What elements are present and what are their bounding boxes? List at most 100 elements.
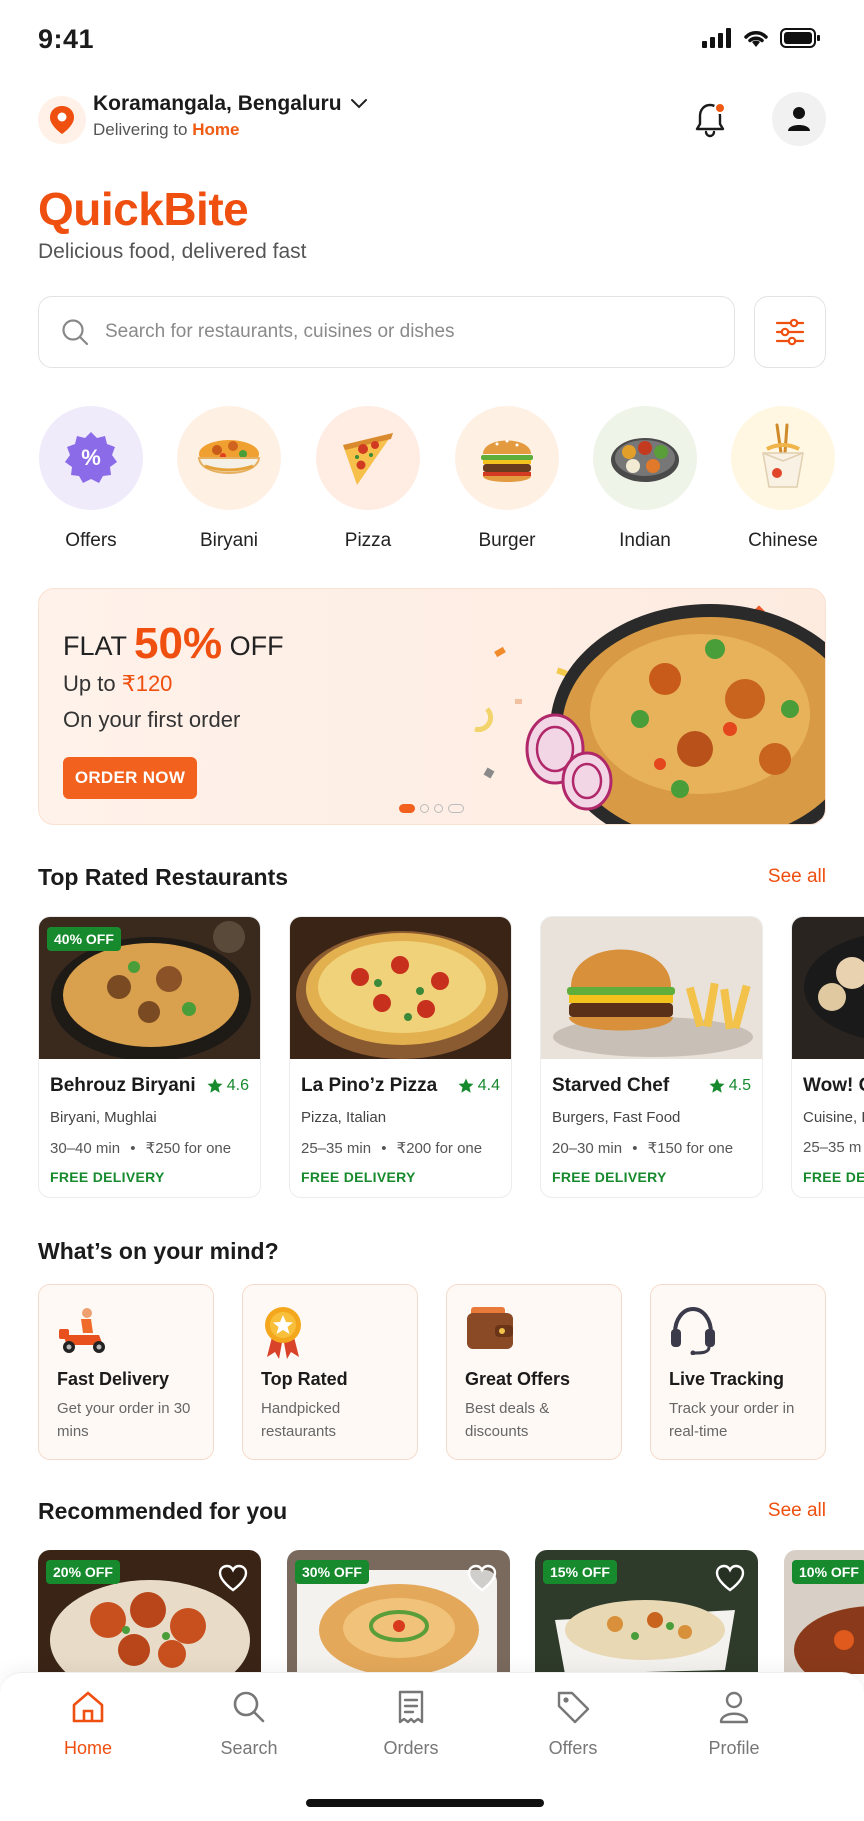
feature-card-live-tracking[interactable]: Live Tracking Track your order in real-t… [650, 1284, 826, 1460]
recommended-carousel: 20% OFF 30% OFF 15% OFF 10% OFF [38, 1550, 864, 1674]
nav-label: Offers [548, 1738, 598, 1758]
delivery-time: 30–40 min [50, 1140, 121, 1157]
heart-icon [218, 1564, 248, 1592]
carousel-dot[interactable] [420, 804, 429, 813]
category-pizza[interactable]: Pizza [315, 406, 421, 552]
rating-value: 4.5 [728, 1077, 751, 1094]
status-time: 9:41 [38, 24, 95, 54]
tag-icon [557, 1691, 590, 1724]
category-burger[interactable]: Burger [454, 406, 560, 552]
category-label: Offers [65, 530, 117, 551]
nav-offers[interactable]: Offers [518, 1689, 628, 1759]
location-pin-icon[interactable] [38, 96, 86, 144]
promo-subtitle: On your first order [63, 707, 241, 732]
category-label: Chinese [748, 530, 818, 551]
location-city: Koramangala, Bengaluru [93, 92, 368, 116]
restaurant-name: Wow! C [803, 1075, 864, 1096]
battery-icon [780, 28, 820, 48]
recommended-card[interactable]: 30% OFF [287, 1550, 510, 1674]
promo-banner[interactable]: FLAT 50% OFF Up to ₹120 On your first or… [38, 588, 826, 825]
restaurant-meta: 25–35 min • ₹200 for one [301, 1140, 483, 1157]
delivery-time: 20–30 min [552, 1140, 623, 1157]
category-chinese[interactable]: Chinese [730, 406, 836, 552]
chevron-down-icon [350, 99, 367, 109]
nav-profile[interactable]: Profile [679, 1689, 789, 1759]
nav-orders[interactable]: Orders [356, 1689, 466, 1759]
order-now-button[interactable]: ORDER NOW [63, 757, 197, 799]
top-rated-see-all-link[interactable]: See all [768, 866, 826, 888]
carousel-dot[interactable] [434, 804, 443, 813]
favorite-button[interactable] [217, 1562, 249, 1594]
home-indicator[interactable] [306, 1799, 544, 1807]
scooter-icon [59, 1308, 105, 1353]
nav-home[interactable]: Home [33, 1689, 143, 1759]
restaurant-card[interactable]: Starved Chef 4.5 Burgers, Fast Food 20–3… [540, 916, 763, 1198]
recommended-card[interactable]: 20% OFF [38, 1550, 261, 1674]
restaurant-image [290, 917, 511, 1059]
top-rated-title: Top Rated Restaurants [38, 864, 289, 890]
discount-badge: 20% OFF [46, 1560, 120, 1584]
avatar[interactable] [772, 92, 826, 146]
person-icon [788, 107, 810, 131]
location-city-label: Koramangala, Bengaluru [93, 92, 342, 115]
carousel-dot[interactable] [399, 804, 415, 813]
restaurant-cuisine: Biryani, Mughlai [50, 1109, 157, 1126]
wifi-icon [744, 31, 768, 47]
feature-desc: Get your order in 30 mins [57, 1400, 191, 1440]
restaurant-cuisine: Cuisine, F [803, 1109, 864, 1126]
system-icons [702, 28, 820, 48]
delivery-time: 25–35 min [301, 1140, 372, 1157]
delivering-prefix: Delivering to [93, 120, 188, 139]
svg-text:%: % [81, 445, 101, 470]
delivering-to: Delivering to Home [93, 120, 368, 140]
top-rated-carousel: 40% OFF Behrouz Biryani 4.6 Biryani, Mug… [38, 916, 864, 1200]
nav-label: Home [63, 1738, 112, 1758]
restaurant-rating: 4.5 [709, 1077, 751, 1095]
category-biryani[interactable]: Biryani [176, 406, 282, 552]
signal-icon [702, 28, 731, 48]
promo-percent: 50% [134, 619, 223, 668]
award-ribbon-icon [265, 1307, 301, 1359]
notifications-button[interactable] [688, 98, 732, 142]
restaurant-name: La Pino’z Pizza [301, 1075, 438, 1096]
favorite-button[interactable] [466, 1562, 498, 1594]
discount-badge: 15% OFF [543, 1560, 617, 1584]
star-icon [709, 1078, 725, 1093]
price-for-one: ₹200 for one [396, 1140, 483, 1157]
search-icon [233, 1691, 265, 1723]
feature-title: Top Rated [261, 1369, 348, 1389]
feature-card-fast-delivery[interactable]: Fast Delivery Get your order in 30 mins [38, 1284, 214, 1460]
recommended-see-all-link[interactable]: See all [768, 1500, 826, 1522]
recommended-title: Recommended for you [38, 1498, 288, 1524]
location-selector[interactable]: Koramangala, Bengaluru Delivering to Hom… [93, 92, 368, 140]
recommended-card[interactable]: 15% OFF [535, 1550, 758, 1674]
restaurant-cuisine: Burgers, Fast Food [552, 1109, 681, 1126]
category-indian[interactable]: Indian [592, 406, 698, 552]
discount-badge: 30% OFF [295, 1560, 369, 1584]
restaurant-image [792, 917, 864, 1059]
search-input[interactable] [105, 321, 705, 343]
offers-badge-icon: % [39, 406, 143, 510]
restaurant-rating: 4.4 [458, 1077, 500, 1095]
restaurant-card[interactable]: La Pino’z Pizza 4.4 Pizza, Italian 25–35… [289, 916, 512, 1198]
feature-card-great-offers[interactable]: Great Offers Best deals & discounts [446, 1284, 622, 1460]
headset-icon [671, 1306, 715, 1355]
filter-button[interactable] [754, 296, 826, 368]
restaurant-card[interactable]: Wow! C Cuisine, F 25–35 m FREE DEL [791, 916, 864, 1198]
burger-icon [455, 406, 559, 510]
favorite-button[interactable] [714, 1562, 746, 1594]
wallet-icon [467, 1307, 513, 1349]
nav-search[interactable]: Search [194, 1689, 304, 1759]
rating-value: 4.4 [477, 1077, 500, 1094]
star-icon [458, 1078, 474, 1093]
home-icon [72, 1691, 104, 1723]
person-icon [719, 1691, 749, 1724]
feature-title: Fast Delivery [57, 1369, 170, 1389]
search-bar[interactable] [38, 296, 735, 368]
restaurant-name: Behrouz Biryani [50, 1075, 196, 1096]
recommended-card[interactable]: 10% OFF [784, 1550, 864, 1674]
free-delivery-label: FREE DEL [803, 1169, 864, 1185]
restaurant-card[interactable]: 40% OFF Behrouz Biryani 4.6 Biryani, Mug… [38, 916, 261, 1198]
feature-card-top-rated[interactable]: Top Rated Handpicked restaurants [242, 1284, 418, 1460]
category-offers[interactable]: % Offers [38, 406, 144, 552]
